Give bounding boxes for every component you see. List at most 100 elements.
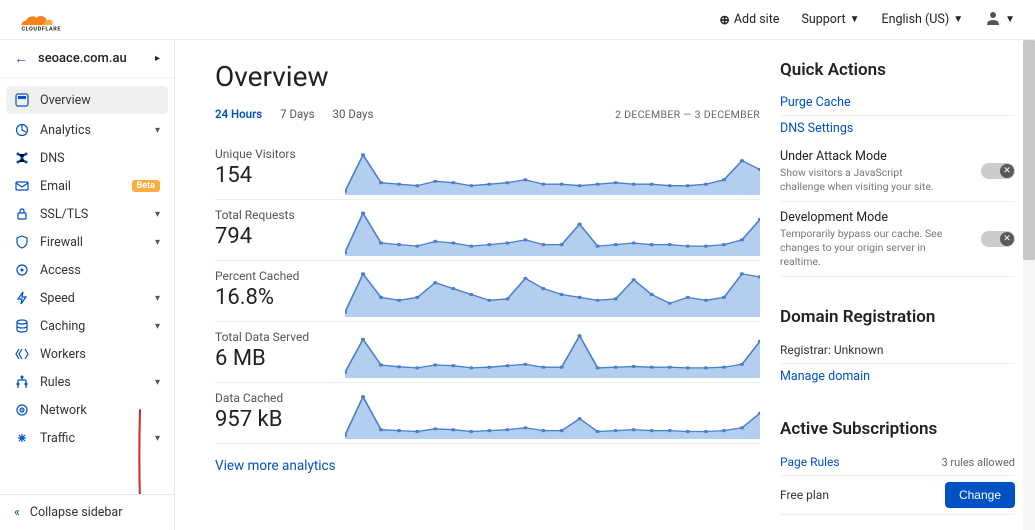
chevron-down-icon: ▼	[953, 14, 963, 25]
sidebar-item-label: Traffic	[40, 431, 145, 446]
sidebar-item-firewall[interactable]: Firewall ▾	[0, 228, 174, 256]
lock-icon	[14, 206, 30, 222]
sidebar-item-label: DNS	[40, 151, 160, 166]
chevron-down-icon: ▾	[155, 209, 160, 220]
sidebar-item-label: Rules	[40, 375, 145, 390]
metric-left: Total Data Served 6 MB	[215, 330, 333, 371]
under-attack-toggle[interactable]: ✕	[981, 163, 1015, 179]
chevron-down-icon: ▾	[155, 433, 160, 444]
page-rules-link[interactable]: Page Rules	[780, 455, 840, 469]
dev-mode-toggle[interactable]: ✕	[981, 231, 1015, 247]
metric-left: Total Requests 794	[215, 208, 333, 249]
network-icon	[14, 402, 30, 418]
rules-allowed-label: 3 rules allowed	[941, 456, 1015, 469]
plus-icon: ⊕	[719, 12, 729, 28]
time-range-selector: 24 Hours 7 Days 30 Days 2 DECEMBER — 3 DECE…	[215, 107, 760, 121]
sidebar-item-email[interactable]: Email Beta	[0, 172, 174, 200]
range-option[interactable]: 24 Hours	[215, 107, 262, 121]
sidebar-item-analytics[interactable]: Analytics ▾	[0, 116, 174, 144]
chevron-right-icon: ▸	[155, 53, 160, 64]
traffic-icon	[14, 430, 30, 446]
chevron-down-icon: ▾	[155, 293, 160, 304]
subscriptions-title: Active Subscriptions	[780, 419, 1015, 439]
add-site-button[interactable]: ⊕ Add site	[719, 12, 779, 28]
metric-row: Data Cached 957 kB	[215, 383, 760, 444]
sidebar-item-traffic[interactable]: Traffic ▾	[0, 424, 174, 452]
manage-domain-link[interactable]: Manage domain	[780, 364, 1015, 389]
shield-icon	[14, 234, 30, 250]
dev-mode-title: Development Mode	[780, 210, 945, 225]
metric-left: Unique Visitors 154	[215, 147, 333, 188]
sidebar-item-speed[interactable]: Speed ▾	[0, 284, 174, 312]
chevron-down-icon: ▾	[155, 377, 160, 388]
metric-row: Total Requests 794	[215, 200, 760, 261]
range-option[interactable]: 7 Days	[280, 107, 314, 121]
metric-label: Data Cached	[215, 391, 333, 405]
metric-value: 794	[215, 224, 333, 249]
metric-label: Total Requests	[215, 208, 333, 222]
metrics-list: Unique Visitors 154 Total Requests 794 P…	[215, 139, 760, 444]
dev-mode-toggle-block: Development Mode Temporarily bypass our …	[780, 202, 1015, 277]
sidebar-item-overview[interactable]: Overview	[6, 86, 168, 114]
beta-badge: Beta	[132, 180, 160, 192]
metric-left: Data Cached 957 kB	[215, 391, 333, 432]
under-attack-title: Under Attack Mode	[780, 149, 945, 164]
overview-icon	[14, 92, 30, 108]
scrollbar[interactable]	[1023, 40, 1035, 530]
sidebar-item-caching[interactable]: Caching ▾	[0, 312, 174, 340]
topbar: CLOUDFLARE ⊕ Add site Support ▼ English …	[0, 0, 1035, 40]
domain-reg-title: Domain Registration	[780, 307, 1015, 327]
collapse-sidebar-button[interactable]: « Collapse sidebar	[0, 494, 174, 530]
view-more-analytics-link[interactable]: View more analytics	[215, 458, 336, 474]
support-label: Support	[801, 12, 845, 27]
sidebar-item-label: Network	[40, 403, 160, 418]
metric-sparkline	[345, 208, 760, 256]
chevron-down-icon: ▾	[155, 125, 160, 136]
account-dropdown[interactable]: ▼	[985, 10, 1015, 30]
dns-settings-link[interactable]: DNS Settings	[780, 116, 1015, 141]
rules-icon	[14, 374, 30, 390]
under-attack-desc: Show visitors a JavaScript challenge whe…	[780, 166, 945, 193]
metric-label: Unique Visitors	[215, 147, 333, 161]
email-icon	[14, 178, 30, 194]
support-dropdown[interactable]: Support ▼	[801, 12, 859, 27]
toggle-knob: ✕	[1000, 232, 1014, 246]
sidebar-item-access[interactable]: Access	[0, 256, 174, 284]
date-range-label: 2 DECEMBER — 3 DECEMBER	[615, 108, 760, 121]
sidebar-nav: Overview Analytics ▾ DNS Email Beta SSL/…	[0, 78, 174, 494]
chevron-down-icon: ▼	[850, 14, 860, 25]
metric-sparkline	[345, 330, 760, 378]
metric-row: Unique Visitors 154	[215, 139, 760, 200]
back-arrow-icon[interactable]: ←	[14, 50, 28, 67]
registrar-label: Registrar:	[780, 343, 831, 357]
metric-value: 154	[215, 163, 333, 188]
language-label: English (US)	[881, 12, 949, 27]
sidebar-item-ssltls[interactable]: SSL/TLS ▾	[0, 200, 174, 228]
change-plan-button[interactable]: Change	[945, 482, 1015, 508]
sidebar-item-label: Email	[40, 179, 122, 194]
registrar-row: Registrar: Unknown	[780, 337, 1015, 364]
collapse-icon: «	[14, 505, 20, 520]
sidebar-item-label: Access	[40, 263, 160, 278]
sidebar-item-dns[interactable]: DNS	[0, 144, 174, 172]
metric-row: Percent Cached 16.8%	[215, 261, 760, 322]
sidebar-item-label: Workers	[40, 347, 160, 362]
sidebar-item-network[interactable]: Network	[0, 396, 174, 424]
metric-value: 16.8%	[215, 285, 333, 310]
purge-cache-link[interactable]: Purge Cache	[780, 90, 1015, 116]
metric-label: Percent Cached	[215, 269, 333, 283]
site-selector[interactable]: ← seoace.com.au ▸	[0, 40, 174, 78]
svg-text:CLOUDFLARE: CLOUDFLARE	[21, 26, 61, 32]
overview-content: Overview 24 Hours7 Days30 Days2 DECEMBER…	[215, 60, 760, 530]
cloudflare-logo[interactable]: CLOUDFLARE	[20, 6, 108, 34]
range-option[interactable]: 30 Days	[333, 107, 374, 121]
metric-sparkline	[345, 147, 760, 195]
access-icon	[14, 262, 30, 278]
scrollbar-thumb[interactable]	[1023, 40, 1035, 260]
page-rules-row: Page Rules 3 rules allowed	[780, 449, 1015, 476]
language-dropdown[interactable]: English (US) ▼	[881, 12, 963, 27]
subscriptions-section: Active Subscriptions Page Rules 3 rules …	[780, 419, 1015, 527]
sidebar-item-label: Caching	[40, 319, 145, 334]
sidebar-item-workers[interactable]: Workers	[0, 340, 174, 368]
sidebar-item-rules[interactable]: Rules ▾	[0, 368, 174, 396]
